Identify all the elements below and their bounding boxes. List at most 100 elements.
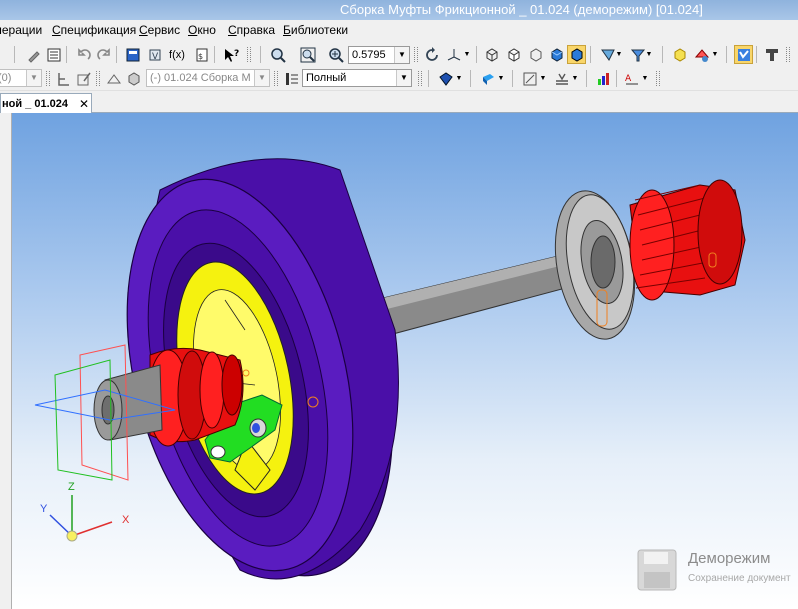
toolbar-separator [116, 46, 117, 63]
watermark-subtitle: Сохранение документ [688, 573, 791, 584]
title-bar: Сборка Муфты Фрикционной _ 01.024 (демор… [0, 0, 798, 20]
chevron-down-icon[interactable]: ▼ [254, 70, 269, 86]
color-icon[interactable] [692, 45, 711, 64]
shaded-edges-icon[interactable] [567, 45, 586, 64]
axis-triad [49, 495, 113, 542]
toolbar-separator [260, 46, 261, 63]
fx-icon[interactable]: f(x) [167, 45, 187, 64]
toolbar-separator [66, 46, 67, 63]
measure-icon[interactable] [520, 69, 539, 88]
svg-text:$: $ [198, 52, 203, 61]
menu-operations[interactable]: Операции [0, 23, 42, 37]
wireframe-icon[interactable] [482, 45, 501, 64]
demo-watermark: Деморежим Сохранение документ [632, 546, 798, 596]
document-tabstrip: ной _ 01.024 ✕ [0, 91, 798, 113]
toolbar-separator [214, 46, 215, 63]
toolbar-separator [590, 46, 591, 63]
toolbar-separator [512, 70, 513, 87]
model-viewport[interactable]: Z X Y [12, 113, 798, 609]
main-toolbar: V f(x) $ ? 0.5795 ▼ ▼ ▼ ▼ ▼ [0, 42, 798, 68]
close-icon[interactable]: ✕ [79, 97, 89, 111]
toolbar-grip[interactable] [656, 71, 660, 86]
section-icon[interactable] [552, 69, 571, 88]
chevron-down-icon[interactable]: ▼ [394, 47, 409, 63]
variables-icon[interactable]: V [145, 45, 164, 64]
hierarchy-icon[interactable] [54, 69, 73, 88]
shaded-icon[interactable] [547, 45, 566, 64]
help-cursor-icon[interactable]: ? [222, 45, 241, 64]
toolbar-grip[interactable] [274, 71, 278, 86]
box-icon[interactable] [670, 45, 689, 64]
chevron-down-icon[interactable]: ▼ [538, 69, 548, 88]
menu-window[interactable]: Окно [188, 23, 216, 37]
toolbar-separator [756, 46, 757, 63]
pencil-icon[interactable] [24, 45, 43, 64]
chevron-down-icon[interactable]: ▼ [640, 69, 650, 88]
menu-specification[interactable]: Спецификация [52, 23, 136, 37]
axis-label-y: Y [40, 503, 48, 515]
chevron-down-icon[interactable]: ▼ [462, 45, 472, 64]
zoom-window-icon[interactable] [268, 45, 287, 64]
chevron-down-icon[interactable]: ▼ [454, 69, 464, 88]
edit-component-icon[interactable] [74, 69, 93, 88]
tab-document-label: ной _ 01.024 [2, 98, 68, 110]
toolbar-grip[interactable] [46, 71, 50, 86]
orientation-icon[interactable] [444, 45, 463, 64]
annotation-icon[interactable]: A [622, 69, 641, 88]
zoom-combo[interactable]: 0.5795 ▼ [348, 46, 410, 64]
chevron-down-icon[interactable]: ▼ [614, 45, 624, 64]
render-mode-combo[interactable]: Полный ▼ [302, 69, 412, 87]
solid-icon[interactable] [478, 69, 497, 88]
hidden-thin-icon[interactable] [526, 45, 545, 64]
render-list-icon[interactable] [282, 69, 301, 88]
svg-text:V: V [152, 52, 159, 62]
manager-icon[interactable] [123, 45, 142, 64]
menu-libraries[interactable]: Библиотеки [283, 23, 348, 37]
zoom-in-icon[interactable] [326, 45, 345, 64]
chevron-down-icon[interactable]: ▼ [644, 45, 654, 64]
save-disk-icon [637, 549, 677, 591]
undo-icon[interactable] [74, 45, 93, 64]
toolbar-grip[interactable] [96, 71, 100, 86]
drive-gear[interactable] [629, 179, 746, 301]
layer-combo[interactable]: (0) ▼ [0, 69, 42, 87]
chevron-down-icon[interactable]: ▼ [26, 70, 41, 86]
toolbar-grip[interactable] [247, 47, 251, 62]
toolbar-separator [586, 70, 587, 87]
layer-value: (0) [0, 72, 12, 84]
tab-document[interactable]: ной _ 01.024 ✕ [0, 93, 92, 113]
toolbar-separator [428, 70, 429, 87]
chevron-down-icon[interactable]: ▼ [710, 45, 720, 64]
toolbar-grip[interactable] [418, 71, 422, 86]
report-icon[interactable] [594, 69, 613, 88]
zoom-fit-icon[interactable] [298, 45, 317, 64]
component-combo[interactable]: (-) 01.024 Сборка М ▼ [146, 69, 270, 87]
toolbar-separator [470, 70, 471, 87]
rotate-icon[interactable] [422, 45, 441, 64]
calculator-icon[interactable]: $ [192, 45, 211, 64]
toolbar-separator [726, 46, 727, 63]
flip-icon[interactable] [104, 69, 123, 88]
hidden-lines-icon[interactable] [504, 45, 523, 64]
assembly-model[interactable] [12, 113, 798, 609]
toolbar-separator [662, 46, 663, 63]
toolbar-separator [14, 46, 15, 63]
menu-service[interactable]: Сервис [139, 23, 180, 37]
properties-icon[interactable] [44, 45, 63, 64]
shaft-end[interactable] [93, 364, 163, 441]
toolbar-grip[interactable] [414, 47, 418, 62]
structure-icon[interactable] [762, 45, 781, 64]
axis-label-x: X [122, 514, 130, 526]
svg-text:?: ? [234, 49, 239, 59]
toolbar-grip[interactable] [786, 47, 790, 62]
component-value: (-) 01.024 Сборка М [150, 72, 251, 84]
chevron-down-icon[interactable]: ▼ [570, 69, 580, 88]
chevron-down-icon[interactable]: ▼ [396, 70, 411, 86]
fx-label: f(x) [169, 48, 185, 61]
menu-help[interactable]: Справка [228, 23, 275, 37]
surface-icon[interactable] [436, 69, 455, 88]
chevron-down-icon[interactable]: ▼ [496, 69, 506, 88]
part-icon[interactable] [124, 69, 143, 88]
redo-icon[interactable] [94, 45, 113, 64]
tree-icon[interactable] [734, 45, 753, 64]
